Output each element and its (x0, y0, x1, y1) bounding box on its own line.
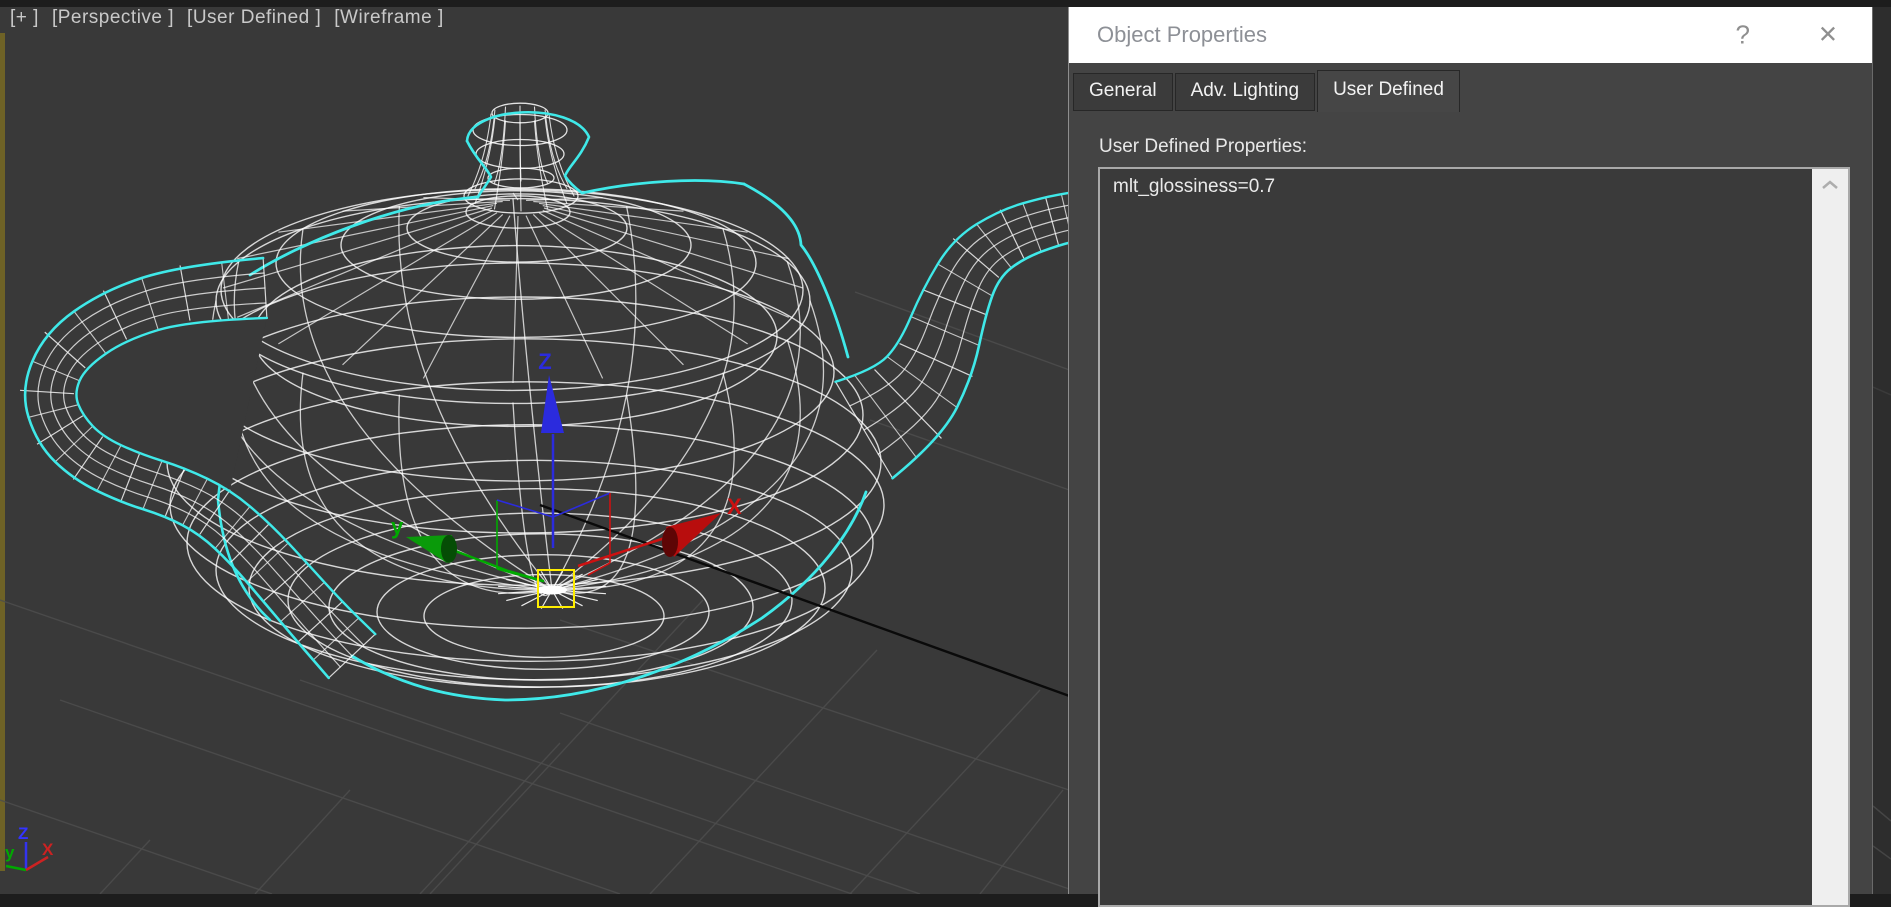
grid-line (1872, 805, 1891, 822)
tripod-y-axis (5, 864, 27, 872)
viewport-menu-user-defined[interactable]: [User Defined ] (187, 7, 321, 29)
viewport-menu-general[interactable]: [+ ] (10, 7, 39, 29)
tab-adv-lighting[interactable]: Adv. Lighting (1174, 73, 1316, 111)
scrollbar-up-icon[interactable] (1820, 179, 1840, 191)
viewport-menu-shading[interactable]: [Wireframe ] (334, 7, 443, 29)
tab-user-defined[interactable]: User Defined (1317, 70, 1460, 112)
dialog-titlebar[interactable]: Object Properties ? ✕ (1069, 7, 1872, 63)
world-axis-tripod: Z y X (5, 824, 54, 872)
tripod-z-label: Z (18, 824, 28, 843)
user-defined-properties-label: User Defined Properties: (1099, 136, 1308, 157)
tripod-x-label: X (42, 840, 54, 859)
gizmo-x-label: X (727, 494, 742, 519)
tab-general[interactable]: General (1073, 73, 1173, 111)
grid-line (1872, 386, 1891, 396)
viewport-label-menus: [+ ] [Perspective ] [User Defined ] [Wir… (10, 7, 444, 29)
gizmo-y-label: y (391, 514, 404, 539)
grid-line (1872, 845, 1891, 860)
viewport-right-edge (1872, 7, 1891, 894)
tripod-y-label: y (5, 843, 15, 862)
user-defined-properties-text[interactable]: mlt_glossiness=0.7 (1100, 169, 1848, 198)
dialog-title: Object Properties (1097, 22, 1267, 47)
properties-scrollbar[interactable] (1812, 169, 1848, 905)
viewport-menu-pov[interactable]: [Perspective ] (52, 7, 174, 29)
user-defined-properties-box[interactable]: mlt_glossiness=0.7 (1098, 167, 1850, 907)
close-icon[interactable]: ✕ (1818, 21, 1838, 50)
dialog-tabbar: General Adv. Lighting User Defined (1073, 70, 1872, 112)
gizmo-z-label: Z (538, 349, 551, 374)
help-icon[interactable]: ? (1736, 20, 1750, 51)
object-properties-dialog: Object Properties ? ✕ General Adv. Light… (1068, 7, 1873, 907)
